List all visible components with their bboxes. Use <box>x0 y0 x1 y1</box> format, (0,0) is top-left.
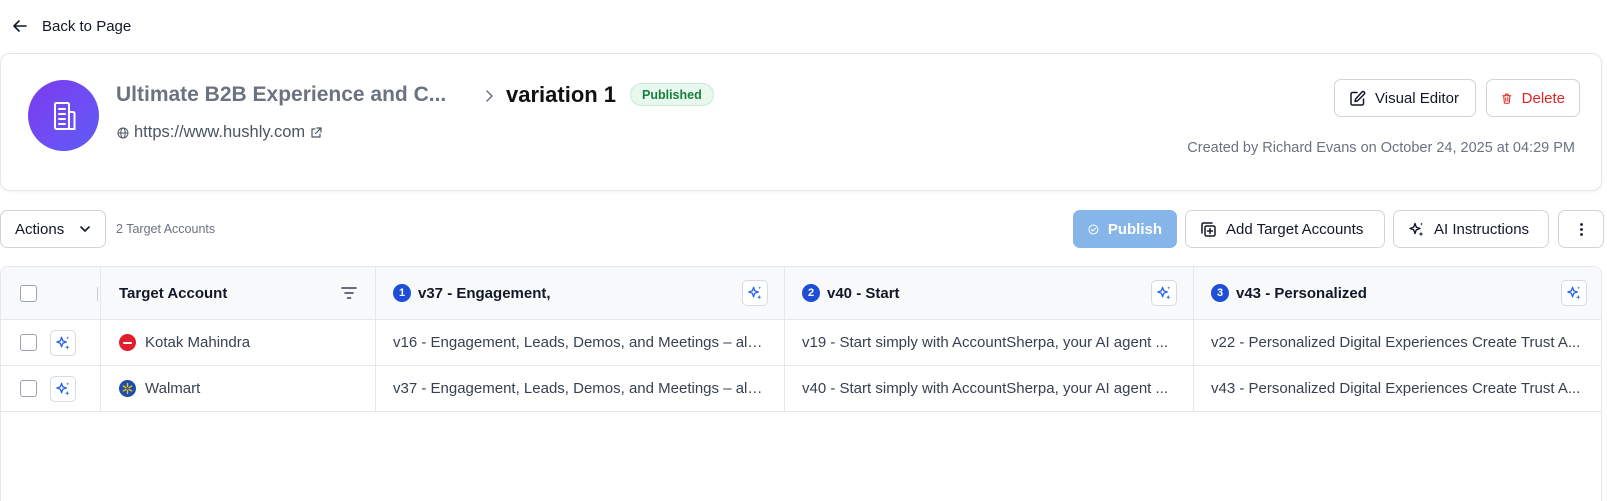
variation-cell[interactable]: v40 - Start simply with AccountSherpa, y… <box>785 366 1194 411</box>
variation-cell-text: v40 - Start simply with AccountSherpa, y… <box>802 380 1169 397</box>
page-url-text: https://www.hushly.com <box>134 123 306 141</box>
trash-icon <box>1502 93 1512 104</box>
add-target-accounts-label: Add Target Accounts <box>1226 220 1364 238</box>
ai-instructions-button[interactable]: AI Instructions <box>1393 210 1549 248</box>
publish-button[interactable]: Publish <box>1073 210 1177 248</box>
visual-editor-label: Visual Editor <box>1375 89 1459 107</box>
column-header-label: v43 - Personalized <box>1236 284 1367 302</box>
variation-cell-text: v19 - Start simply with AccountSherpa, y… <box>802 334 1169 351</box>
column-resize-handle[interactable] <box>97 287 98 301</box>
table-row[interactable]: Kotak Mahindra v16 - Engagement, Leads, … <box>1 320 1601 366</box>
delete-button[interactable]: Delete <box>1486 79 1580 117</box>
sparkle-icon <box>1157 286 1171 300</box>
page-avatar <box>28 80 99 151</box>
publish-label: Publish <box>1107 220 1162 238</box>
variation-cell[interactable]: v16 - Engagement, Leads, Demos, and Meet… <box>376 320 785 365</box>
column-ai-button[interactable] <box>742 280 768 306</box>
more-options-button[interactable] <box>1558 210 1604 248</box>
column-header-variation-2[interactable]: 2 v40 - Start <box>785 267 1194 319</box>
actions-label: Actions <box>15 220 65 238</box>
external-link-icon <box>311 126 322 138</box>
variation-cell-text: v22 - Personalized Digital Experiences C… <box>1211 334 1581 351</box>
back-to-page-link[interactable]: Back to Page <box>12 14 131 38</box>
column-header-variation-1[interactable]: 1 v37 - Engagement, <box>376 267 785 319</box>
sparkle-icon <box>748 286 762 300</box>
variation-cell[interactable]: v22 - Personalized Digital Experiences C… <box>1194 320 1601 365</box>
page-url-link[interactable]: https://www.hushly.com <box>117 123 322 142</box>
column-ai-button[interactable] <box>1151 280 1177 306</box>
chevron-down-icon <box>80 226 90 232</box>
column-header-variation-3[interactable]: 3 v43 - Personalized <box>1194 267 1601 319</box>
row-ai-button[interactable] <box>50 375 76 402</box>
filter-icon[interactable] <box>341 286 357 300</box>
variation-cell[interactable]: v37 - Engagement, Leads, Demos, and Meet… <box>376 366 785 411</box>
status-badge: Published <box>630 83 714 106</box>
variation-cell-text: v16 - Engagement, Leads, Demos, and Meet… <box>393 334 765 351</box>
target-count: 2 Target Accounts <box>116 222 216 236</box>
column-header-label: v40 - Start <box>827 284 900 302</box>
header-select-cell <box>1 267 101 319</box>
edit-icon <box>1350 90 1366 106</box>
more-vertical-icon <box>1579 222 1583 236</box>
check-circle-icon <box>1088 224 1099 234</box>
variation-cell[interactable]: v43 - Personalized Digital Experiences C… <box>1194 366 1601 411</box>
row-select-cell <box>1 366 101 411</box>
sparkle-icon <box>1567 286 1581 300</box>
column-header-label: Target Account <box>119 284 228 302</box>
row-ai-button[interactable] <box>50 329 76 356</box>
add-square-icon <box>1201 221 1216 237</box>
target-accounts-table: Target Account 1 v37 - Engagement, 2 v40… <box>0 266 1602 501</box>
add-target-accounts-button[interactable]: Add Target Accounts <box>1185 210 1385 248</box>
variation-number-badge: 3 <box>1211 284 1229 302</box>
sparkle-icon <box>56 381 70 396</box>
kotak-logo <box>119 334 136 351</box>
target-account-cell[interactable]: Walmart <box>101 366 376 411</box>
account-name: Kotak Mahindra <box>145 334 251 351</box>
delete-label: Delete <box>1521 89 1565 107</box>
sparkle-icon <box>56 335 70 350</box>
variation-number-badge: 1 <box>393 284 411 302</box>
ai-instructions-label: AI Instructions <box>1434 220 1530 238</box>
variation-number-badge: 2 <box>802 284 820 302</box>
page-name[interactable]: Ultimate B2B Experience and C... <box>116 83 461 107</box>
variation-cell[interactable]: v19 - Start simply with AccountSherpa, y… <box>785 320 1194 365</box>
column-header-target-account[interactable]: Target Account <box>101 267 376 319</box>
row-checkbox[interactable] <box>20 380 37 397</box>
arrow-left-icon <box>13 20 27 32</box>
row-select-cell <box>1 320 101 365</box>
visual-editor-button[interactable]: Visual Editor <box>1334 79 1476 117</box>
table-header-row: Target Account 1 v37 - Engagement, 2 v40… <box>1 267 1601 320</box>
select-all-checkbox[interactable] <box>20 284 37 302</box>
building-icon <box>53 101 75 130</box>
back-to-page-label: Back to Page <box>42 17 132 35</box>
created-info: Created by Richard Evans on October 24, … <box>1187 140 1575 156</box>
variation-cell-text: v37 - Engagement, Leads, Demos, and Meet… <box>393 380 765 397</box>
chevron-right-icon <box>486 90 493 102</box>
globe-icon <box>117 127 129 138</box>
variation-cell-text: v43 - Personalized Digital Experiences C… <box>1211 380 1581 397</box>
target-account-cell[interactable]: Kotak Mahindra <box>101 320 376 365</box>
variation-name: variation 1 <box>506 82 617 107</box>
column-header-label: v37 - Engagement, <box>418 284 551 302</box>
column-ai-button[interactable] <box>1561 280 1587 306</box>
table-row[interactable]: Walmart v37 - Engagement, Leads, Demos, … <box>1 366 1601 412</box>
account-name: Walmart <box>145 380 201 397</box>
walmart-spark-icon <box>122 382 133 395</box>
sparkle-icon <box>1409 222 1424 236</box>
actions-dropdown[interactable]: Actions <box>0 210 106 248</box>
variation-header-card: Ultimate B2B Experience and C... variati… <box>0 53 1602 191</box>
walmart-logo <box>119 380 136 397</box>
row-checkbox[interactable] <box>20 334 37 351</box>
